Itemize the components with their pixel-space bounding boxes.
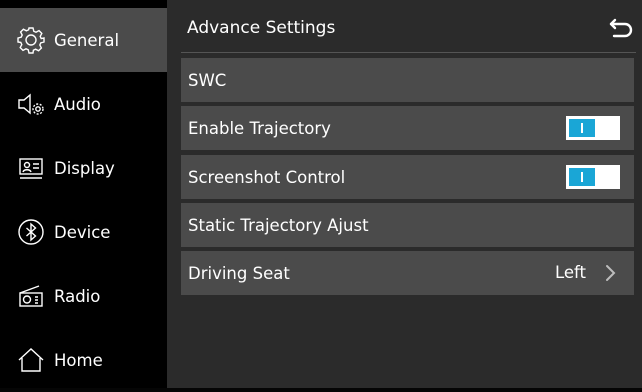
screenshot-control-label: Screenshot Control <box>188 167 346 187</box>
toggle-tick <box>581 123 583 133</box>
swc-label: SWC <box>188 70 227 90</box>
bluetooth-icon <box>16 217 46 247</box>
sidebar-item-label: Device <box>54 222 111 242</box>
header-divider <box>181 52 636 53</box>
sidebar-item-home[interactable]: Home <box>0 328 167 392</box>
sidebar-item-audio[interactable]: Audio <box>0 72 167 136</box>
speaker-settings-icon <box>16 89 46 119</box>
static-trajectory-row[interactable]: Static Trajectory Ajust <box>181 203 634 247</box>
settings-panel: Advance Settings SWC Enable Trajectory S… <box>167 0 642 388</box>
sidebar: General Audio Display Device Radio Home <box>0 0 167 388</box>
display-icon <box>16 153 46 183</box>
home-icon <box>16 345 46 375</box>
sidebar-item-display[interactable]: Display <box>0 136 167 200</box>
enable-trajectory-label: Enable Trajectory <box>188 118 331 138</box>
sidebar-item-label: Home <box>54 350 103 370</box>
swc-row[interactable]: SWC <box>181 58 634 102</box>
sidebar-item-label: Audio <box>54 94 101 114</box>
sidebar-item-label: General <box>54 30 120 50</box>
screenshot-control-toggle[interactable] <box>566 165 620 189</box>
driving-seat-label: Driving Seat <box>188 263 290 283</box>
sidebar-item-label: Radio <box>54 286 101 306</box>
static-trajectory-label: Static Trajectory Ajust <box>188 215 369 235</box>
header: Advance Settings <box>167 0 642 54</box>
driving-seat-row[interactable]: Driving Seat Left <box>181 251 634 295</box>
page-title: Advance Settings <box>187 18 336 38</box>
driving-seat-value: Left <box>554 263 586 282</box>
sidebar-item-device[interactable]: Device <box>0 200 167 264</box>
chevron-right-icon[interactable] <box>604 263 616 283</box>
sidebar-item-general[interactable]: General <box>0 8 167 72</box>
sidebar-item-radio[interactable]: Radio <box>0 264 167 328</box>
gear-icon <box>16 25 46 55</box>
enable-trajectory-row[interactable]: Enable Trajectory <box>181 106 634 150</box>
screenshot-control-row[interactable]: Screenshot Control <box>181 155 634 199</box>
sidebar-item-label: Display <box>54 158 115 178</box>
enable-trajectory-toggle[interactable] <box>566 116 620 140</box>
back-arrow-icon[interactable] <box>608 16 634 40</box>
radio-icon <box>16 281 46 311</box>
toggle-tick <box>581 172 583 182</box>
